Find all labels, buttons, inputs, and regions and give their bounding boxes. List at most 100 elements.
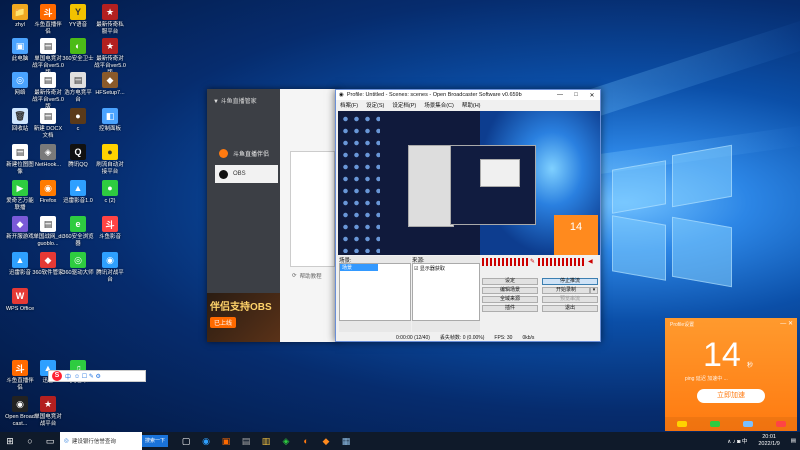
app-icon: ◎ <box>70 252 86 268</box>
ime-tool-icons[interactable]: ☺ ☐ ✎ ⚙ <box>74 373 101 380</box>
desktop-icon[interactable]: ★ 最新传奇私服平台 <box>94 4 126 36</box>
boost-footer-icon[interactable] <box>775 421 786 427</box>
menu-profile[interactable]: 设定档(P) <box>392 101 416 109</box>
desktop-icon[interactable]: ★ 单国电竞对战平台 <box>32 396 64 428</box>
desktop-icon[interactable]: Q 腾讯QQ <box>62 144 94 169</box>
wallpaper-pane <box>612 215 666 281</box>
desktop-icon[interactable]: ● c <box>62 108 94 133</box>
source-item[interactable]: 显示器获取 <box>420 266 445 272</box>
desktop-icon[interactable]: ▤ 单国战网_diguoblo... <box>32 216 64 248</box>
source-checkbox[interactable]: ☑ <box>414 266 418 272</box>
task-view-icon[interactable]: ▭ <box>40 432 60 450</box>
ime-toolbar[interactable]: S 中 ☺ ☐ ✎ ⚙ <box>48 370 146 382</box>
notification-icon[interactable]: ▤ <box>791 438 796 444</box>
taskbar-app-icon[interactable]: ◈ <box>276 432 296 450</box>
taskbar-clock[interactable]: 20:01 2022/1/9 <box>752 434 785 448</box>
menu-scene-collection[interactable]: 场景集合(C) <box>424 101 454 109</box>
boost-window-controls[interactable]: — ✕ <box>780 320 793 327</box>
maximize-icon[interactable]: □ <box>568 92 584 99</box>
edit-scene-button[interactable]: 编辑场景 <box>482 287 538 294</box>
desktop-icon-label: 腾讯对战平台 <box>96 270 124 283</box>
desktop-icon[interactable]: ◉ Firefox <box>32 180 64 205</box>
douyu-nav-obs[interactable]: OBS <box>215 165 278 183</box>
desktop-icon[interactable]: e 360安全浏览器 <box>62 216 94 248</box>
taskbar-search-box[interactable]: ◎ 建设银行信誉查询 <box>60 432 142 450</box>
taskbar-app-icon[interactable]: ▣ <box>216 432 236 450</box>
desktop-icon[interactable]: ▲ 迅雷影音1.0 <box>62 180 94 205</box>
start-record-button[interactable]: 开始录制 <box>542 287 590 294</box>
record-dropdown-button[interactable]: ▾ <box>590 287 598 294</box>
douyu-title: ▼ 斗鱼直播管家 <box>213 99 257 105</box>
desktop-icon[interactable]: ◐ 360安全卫士 <box>62 38 94 63</box>
douyu-help-link[interactable]: ⟳ 帮助教程 <box>292 272 322 280</box>
app-icon: ◉ <box>12 396 28 412</box>
desktop-icon[interactable]: ▤ 浩方电竞平台 <box>62 72 94 104</box>
search-button[interactable]: 搜索一下 <box>142 435 168 447</box>
ime-mode[interactable]: 中 <box>65 372 71 381</box>
desktop-icon[interactable]: ● 刷流自动对接平台 <box>94 144 126 176</box>
desktop-icon[interactable]: ● c (2) <box>94 180 126 205</box>
menu-settings[interactable]: 设定(S) <box>366 101 384 109</box>
menu-file[interactable]: 档案(F) <box>340 101 358 109</box>
banner-cta: 已上线 <box>210 317 237 328</box>
app-icon: W <box>12 288 28 304</box>
plugins-button[interactable]: 插件 <box>482 305 538 312</box>
app-icon: ◆ <box>12 216 28 232</box>
menu-help[interactable]: 帮助(H) <box>462 101 481 109</box>
boost-footer-icon[interactable] <box>709 421 720 427</box>
boost-footer-icon[interactable] <box>742 421 753 427</box>
scenes-list[interactable]: 场景 <box>339 263 411 321</box>
desktop-icon[interactable]: ◆ 360软件管家 <box>32 252 64 277</box>
stop-stream-button[interactable]: 停止推流 <box>542 278 598 285</box>
desktop-icon[interactable]: ◈ NetHook... <box>32 144 64 169</box>
speaker-icon[interactable]: ◀ <box>588 258 593 265</box>
app-icon: ◎ <box>12 72 28 88</box>
desktop-icon[interactable]: ◎ 360驱动大师 <box>62 252 94 277</box>
cortana-icon[interactable]: ○ <box>20 432 40 450</box>
volume-icon[interactable]: ✎ <box>530 258 535 265</box>
settings-button[interactable]: 设定 <box>482 278 538 285</box>
sources-list[interactable]: ☑ 显示器获取 <box>412 263 480 321</box>
taskbar-app-icon[interactable]: ◐ <box>296 432 316 450</box>
desktop-icon[interactable]: 斗斗鱼直播伴侣 <box>32 4 64 36</box>
preview-stream-button[interactable]: 预览串流 <box>542 296 598 303</box>
douyu-promo-banner[interactable]: 伴侣支持OBS 已上线 <box>207 293 280 342</box>
douyu-nav-companion[interactable]: 斗鱼直播伴侣 <box>215 144 278 162</box>
app-icon: ▤ <box>40 38 56 54</box>
desktop-icon[interactable]: ▤ 新建 DOCX 文档 <box>32 108 64 140</box>
minimize-icon[interactable]: — <box>552 92 568 99</box>
desktop-icon[interactable]: ▤ 最新传奇对战平台ver5.0版 <box>32 72 64 111</box>
scene-item[interactable]: 场景 <box>340 264 378 271</box>
chevron-down-icon: ▾ <box>592 287 596 293</box>
app-icon: Y <box>70 4 86 20</box>
exit-button[interactable]: 退出 <box>542 305 598 312</box>
obs-preview-thumbnail <box>290 151 335 267</box>
desktop-icon[interactable]: 斗斗鱼影音 <box>94 216 126 241</box>
search-input[interactable]: 建设银行信誉查询 <box>72 437 116 445</box>
desktop-icon-label: c (2) <box>104 198 116 204</box>
tray-icons[interactable]: ∧ ♪ ◙ 中 <box>727 437 747 445</box>
start-windows-icon[interactable]: ⊞ <box>0 432 20 450</box>
taskbar-app-icon[interactable]: ▦ <box>336 432 356 450</box>
taskbar-app-icon[interactable]: ▢ <box>176 432 196 450</box>
desktop-icon[interactable]: ◉ 腾讯对战平台 <box>94 252 126 284</box>
taskbar-app-icon[interactable]: ▤ <box>236 432 256 450</box>
global-sources-button[interactable]: 全域来源 <box>482 296 538 303</box>
desktop-icon[interactable]: ◆ HFSetup7... <box>94 72 126 97</box>
preview-boost-widget: 14 <box>554 215 598 255</box>
desktop-icon[interactable]: Y YY语音 <box>62 4 94 29</box>
desktop-icon[interactable]: ◧ 控制面板 <box>94 108 126 133</box>
taskbar-app-icon[interactable]: ◆ <box>316 432 336 450</box>
taskbar-app-icon[interactable]: ▥ <box>256 432 276 450</box>
obs-statusbar: 0:00:00 (12/40) 丢失帧数: 0 (0.00%) FPS: 30 … <box>338 333 600 342</box>
boost-footer-icon[interactable] <box>676 421 687 427</box>
boost-now-button[interactable]: 立即加速 <box>697 389 765 403</box>
desktop-icon-grid: 📁 zhyl 斗斗鱼直播伴侣 Y YY语音 ★ 最新传奇私服平台 ▣ 此电脑 ▤ 单国电竞对战平台v… <box>0 0 210 432</box>
app-icon: ▤ <box>70 72 86 88</box>
taskbar-app-icon[interactable]: ◉ <box>196 432 216 450</box>
obs-menubar: 档案(F) 设定(S) 设定档(P) 场景集合(C) 帮助(H) <box>336 100 600 109</box>
desktop-icon[interactable]: W WPS Office <box>4 288 36 313</box>
obs-preview[interactable]: 14 <box>338 111 600 255</box>
close-icon[interactable]: ✕ <box>584 92 600 99</box>
app-icon: ◆ <box>102 72 118 88</box>
